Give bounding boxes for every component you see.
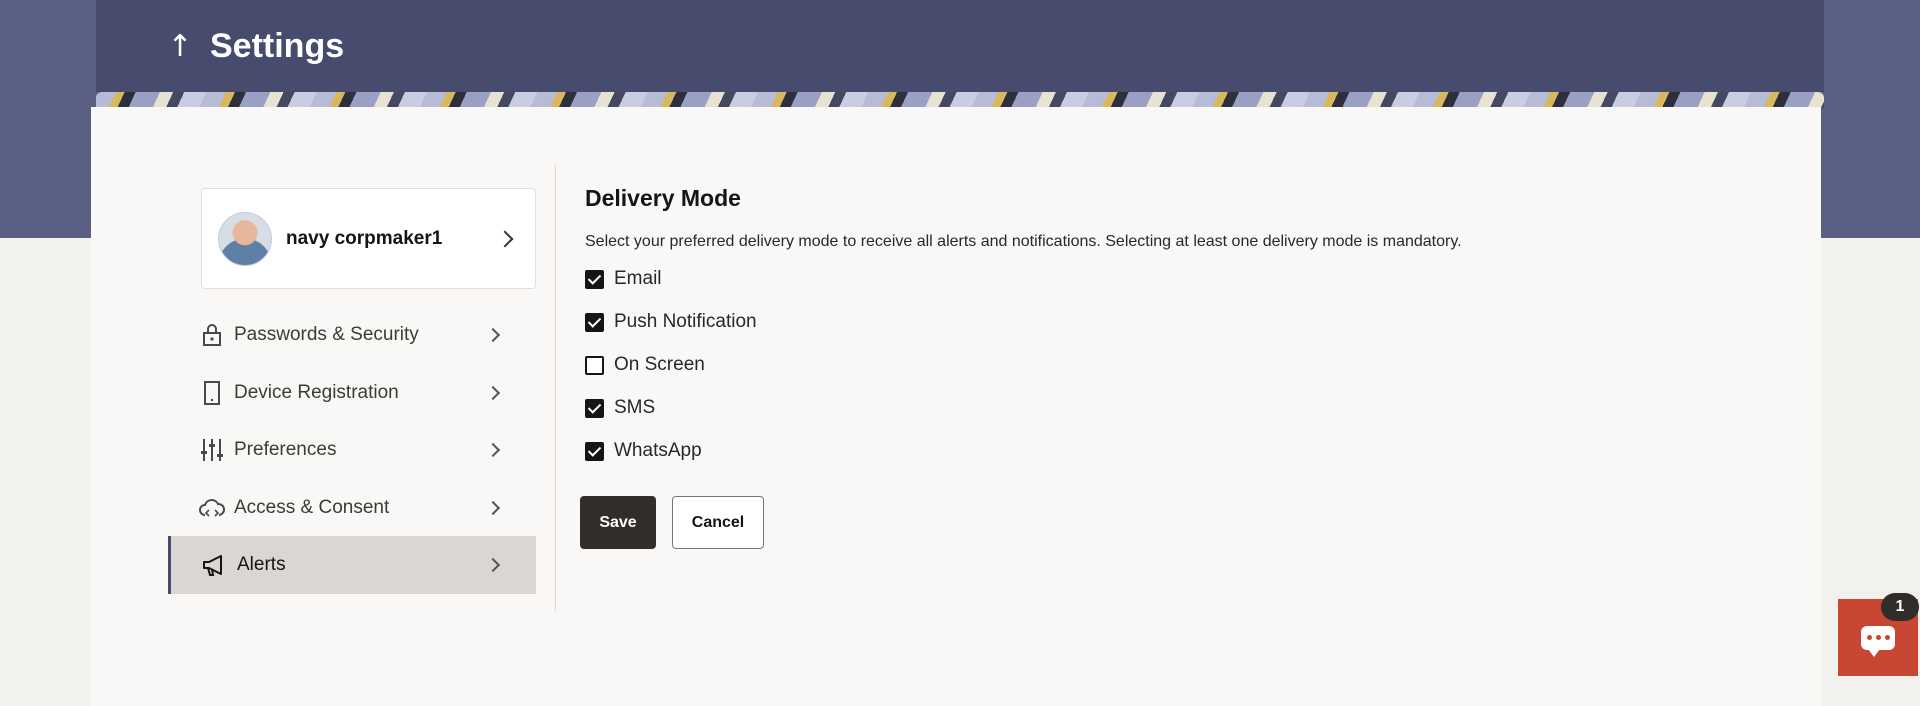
chat-bubble-icon <box>1861 625 1895 657</box>
cancel-button[interactable]: Cancel <box>672 496 764 549</box>
profile-name: navy corpmaker1 <box>286 227 443 249</box>
sidebar-item-label: Alerts <box>237 554 286 575</box>
checkbox-label: SMS <box>614 397 656 418</box>
megaphone-icon <box>201 551 229 579</box>
checkbox[interactable] <box>585 441 604 461</box>
sidebar-item-label: Access & Consent <box>234 497 390 518</box>
checkbox-email[interactable]: Email <box>585 268 662 290</box>
avatar <box>218 211 272 266</box>
sidebar-item-passwords-security[interactable]: Passwords & Security <box>168 306 536 364</box>
checkbox-label: Push Notification <box>614 311 757 332</box>
device-icon <box>198 379 226 407</box>
decorative-strip <box>96 92 1824 108</box>
section-description: Select your preferred delivery mode to r… <box>585 233 1462 250</box>
chevron-right-icon <box>485 557 501 573</box>
chevron-right-icon <box>485 385 501 401</box>
sidebar-item-preferences[interactable]: Preferences <box>168 421 536 479</box>
checkbox[interactable] <box>585 312 604 332</box>
sidebar-item-label: Preferences <box>234 439 337 460</box>
checkbox[interactable] <box>585 355 604 375</box>
chevron-right-icon <box>485 327 501 343</box>
vertical-divider <box>555 165 556 611</box>
page-title: Settings <box>210 26 345 65</box>
cloud-code-icon <box>198 494 226 522</box>
checkbox-label: WhatsApp <box>614 440 702 461</box>
checkbox-on-screen[interactable]: On Screen <box>585 354 705 376</box>
lock-icon <box>198 321 226 349</box>
sidebar-item-access-consent[interactable]: Access & Consent <box>168 479 536 537</box>
page-header: ↑ Settings <box>96 0 1824 92</box>
sidebar-item-device-registration[interactable]: Device Registration <box>168 364 536 422</box>
profile-card[interactable]: navy corpmaker1 <box>201 188 536 289</box>
chat-notification-badge: 1 <box>1881 593 1919 621</box>
checkbox-label: On Screen <box>614 354 705 375</box>
chevron-right-icon <box>485 442 501 458</box>
section-title: Delivery Mode <box>585 185 741 211</box>
save-button[interactable]: Save <box>580 496 656 549</box>
sidebar-item-alerts[interactable]: Alerts <box>168 536 536 594</box>
checkbox-push-notification[interactable]: Push Notification <box>585 311 757 333</box>
sidebar-item-label: Device Registration <box>234 382 399 403</box>
checkbox-whatsapp[interactable]: WhatsApp <box>585 440 702 462</box>
checkbox-label: Email <box>614 268 662 289</box>
sidebar-item-label: Passwords & Security <box>234 324 419 345</box>
checkbox-sms[interactable]: SMS <box>585 397 655 419</box>
chevron-right-icon <box>485 500 501 516</box>
arrow-up-icon[interactable]: ↑ <box>160 26 200 66</box>
sliders-icon <box>198 436 226 464</box>
checkbox[interactable] <box>585 398 604 418</box>
checkbox[interactable] <box>585 269 604 289</box>
chevron-right-icon <box>496 230 514 247</box>
